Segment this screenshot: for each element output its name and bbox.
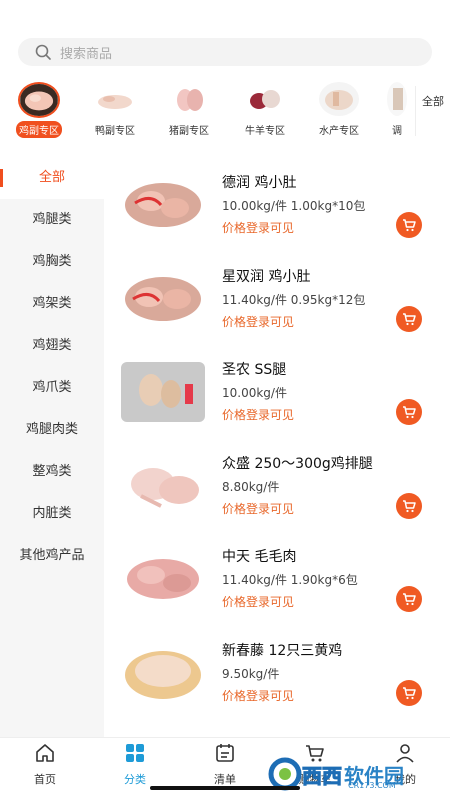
add-to-cart-button[interactable] [396, 399, 422, 425]
sidebar-item-chicken-feet[interactable]: 鸡爪类 [0, 367, 104, 409]
product-image [121, 268, 205, 329]
product-spec: 8.80kg/件 [222, 479, 280, 494]
category-duck-byproducts[interactable]: 鸭副专区 [87, 80, 143, 138]
product-card[interactable]: 新春藤 12只三黄鸡 9.50kg/件 价格登录可见 [104, 628, 450, 722]
product-spec: 11.40kg/件 0.95kg*12包 [222, 292, 366, 307]
product-name: 星双润 鸡小肚 [222, 268, 311, 285]
home-icon [36, 744, 54, 762]
product-image [121, 362, 205, 422]
sidebar-item-chicken-leg[interactable]: 鸡腿类 [0, 199, 104, 241]
category-grid-icon [126, 744, 144, 762]
product-card[interactable]: 圣农 SS腿 10.00kg/件 价格登录可见 [104, 347, 450, 441]
sidebar-item-chicken-breast[interactable]: 鸡胸类 [0, 241, 104, 283]
product-price-note: 价格登录可见 [222, 221, 295, 235]
cart-icon [403, 499, 416, 512]
tab-home[interactable]: 首页 [15, 742, 75, 787]
product-card[interactable]: 中天 毛毛肉 11.40kg/件 1.90kg*6包 价格登录可见 [104, 534, 450, 628]
category-label: 水产专区 [319, 126, 359, 137]
search-bar[interactable]: 搜索商品 [18, 38, 432, 66]
product-list: 德润 鸡小肚 10.00kg/件 1.00kg*10包 价格登录可见 星双润 鸡… [104, 160, 450, 721]
product-card[interactable]: 德润 鸡小肚 10.00kg/件 1.00kg*10包 价格登录可见 [104, 160, 450, 254]
category-label: 牛羊专区 [245, 126, 285, 137]
category-thumb [319, 82, 359, 116]
category-beef-lamb[interactable]: 牛羊专区 [237, 80, 293, 138]
add-to-cart-button[interactable] [396, 305, 422, 332]
cart-icon [403, 406, 416, 419]
product-price-note: 价格登录可见 [222, 314, 295, 329]
category-label: 鸡副专区 [16, 121, 62, 138]
tab-label: 分类 [124, 773, 146, 786]
product-name: 新春藤 12只三黄鸡 [222, 642, 343, 659]
sidebar-item-chicken-wing[interactable]: 鸡翅类 [0, 325, 104, 367]
category-seafood[interactable]: 水产专区 [311, 80, 367, 138]
product-name: 众盛 250～300g鸡排腿 [222, 455, 373, 472]
product-image [121, 642, 205, 703]
tab-category[interactable]: 分类 [105, 742, 165, 787]
sidebar-item-other[interactable]: 其他鸡产品 [0, 535, 104, 577]
search-placeholder: 搜索商品 [60, 46, 113, 62]
sidebar-item-leg-meat[interactable]: 鸡腿肉类 [0, 409, 104, 451]
product-spec: 11.40kg/件 1.90kg*6包 [222, 573, 358, 587]
product-image [121, 549, 205, 609]
product-price-note: 价格登录可见 [222, 408, 295, 422]
product-image [121, 455, 205, 516]
category-label: 调 [392, 126, 402, 137]
cart-icon [403, 219, 416, 232]
cart-icon [403, 312, 416, 325]
all-categories-button[interactable]: 全部 [415, 86, 450, 136]
product-spec: 10.00kg/件 [222, 386, 287, 400]
add-to-cart-button[interactable] [396, 679, 422, 706]
category-chicken-byproducts[interactable]: 鸡副专区 [11, 80, 67, 138]
product-price-note: 价格登录可见 [222, 595, 295, 609]
product-price-note: 价格登录可见 [222, 501, 295, 516]
sidebar-item-chicken-frame[interactable]: 鸡架类 [0, 283, 104, 325]
product-spec: 10.00kg/件 1.00kg*10包 [222, 199, 366, 213]
category-thumb [245, 82, 285, 116]
product-name: 圣农 SS腿 [222, 362, 287, 378]
category-label: 鸭副专区 [95, 126, 135, 137]
cart-icon [403, 593, 416, 606]
category-thumb [387, 82, 407, 116]
product-price-note: 价格登录可见 [222, 688, 295, 703]
tab-label: 清单 [214, 773, 236, 786]
category-thumb [18, 82, 60, 118]
add-to-cart-button[interactable] [396, 212, 422, 238]
add-to-cart-button[interactable] [396, 586, 422, 612]
category-thumb [95, 82, 135, 116]
sidebar-item-whole-chicken[interactable]: 整鸡类 [0, 451, 104, 493]
watermark-text-1: 西西 [302, 763, 343, 788]
home-indicator [150, 786, 300, 790]
search-icon [35, 44, 51, 60]
sidebar-item-all[interactable]: 全部 [0, 157, 104, 199]
category-strip: 鸡副专区 鸭副专区 猪副专区 牛羊专区 水产专区 调 [0, 80, 450, 142]
product-name: 中天 毛毛肉 [222, 549, 297, 565]
cart-icon [403, 686, 416, 699]
product-name: 德润 鸡小肚 [222, 175, 297, 191]
category-pork-byproducts[interactable]: 猪副专区 [161, 80, 217, 138]
watermark-url: CR173.COM [348, 781, 396, 790]
category-seasoning[interactable]: 调 [382, 80, 412, 138]
category-label: 猪副专区 [169, 126, 209, 137]
add-to-cart-button[interactable] [396, 492, 422, 519]
subcategory-sidebar: 全部 鸡腿类 鸡胸类 鸡架类 鸡翅类 鸡爪类 鸡腿肉类 整鸡类 内脏类 其他鸡产… [0, 157, 104, 737]
product-image [121, 175, 205, 235]
sidebar-item-offal[interactable]: 内脏类 [0, 493, 104, 535]
tab-label: 首页 [34, 773, 56, 786]
product-card[interactable]: 星双润 鸡小肚 11.40kg/件 0.95kg*12包 价格登录可见 [104, 254, 450, 348]
list-icon [216, 744, 234, 762]
product-card[interactable]: 众盛 250～300g鸡排腿 8.80kg/件 价格登录可见 [104, 441, 450, 535]
category-thumb [169, 82, 209, 116]
product-spec: 9.50kg/件 [222, 666, 280, 681]
tab-list[interactable]: 清单 [195, 742, 255, 787]
